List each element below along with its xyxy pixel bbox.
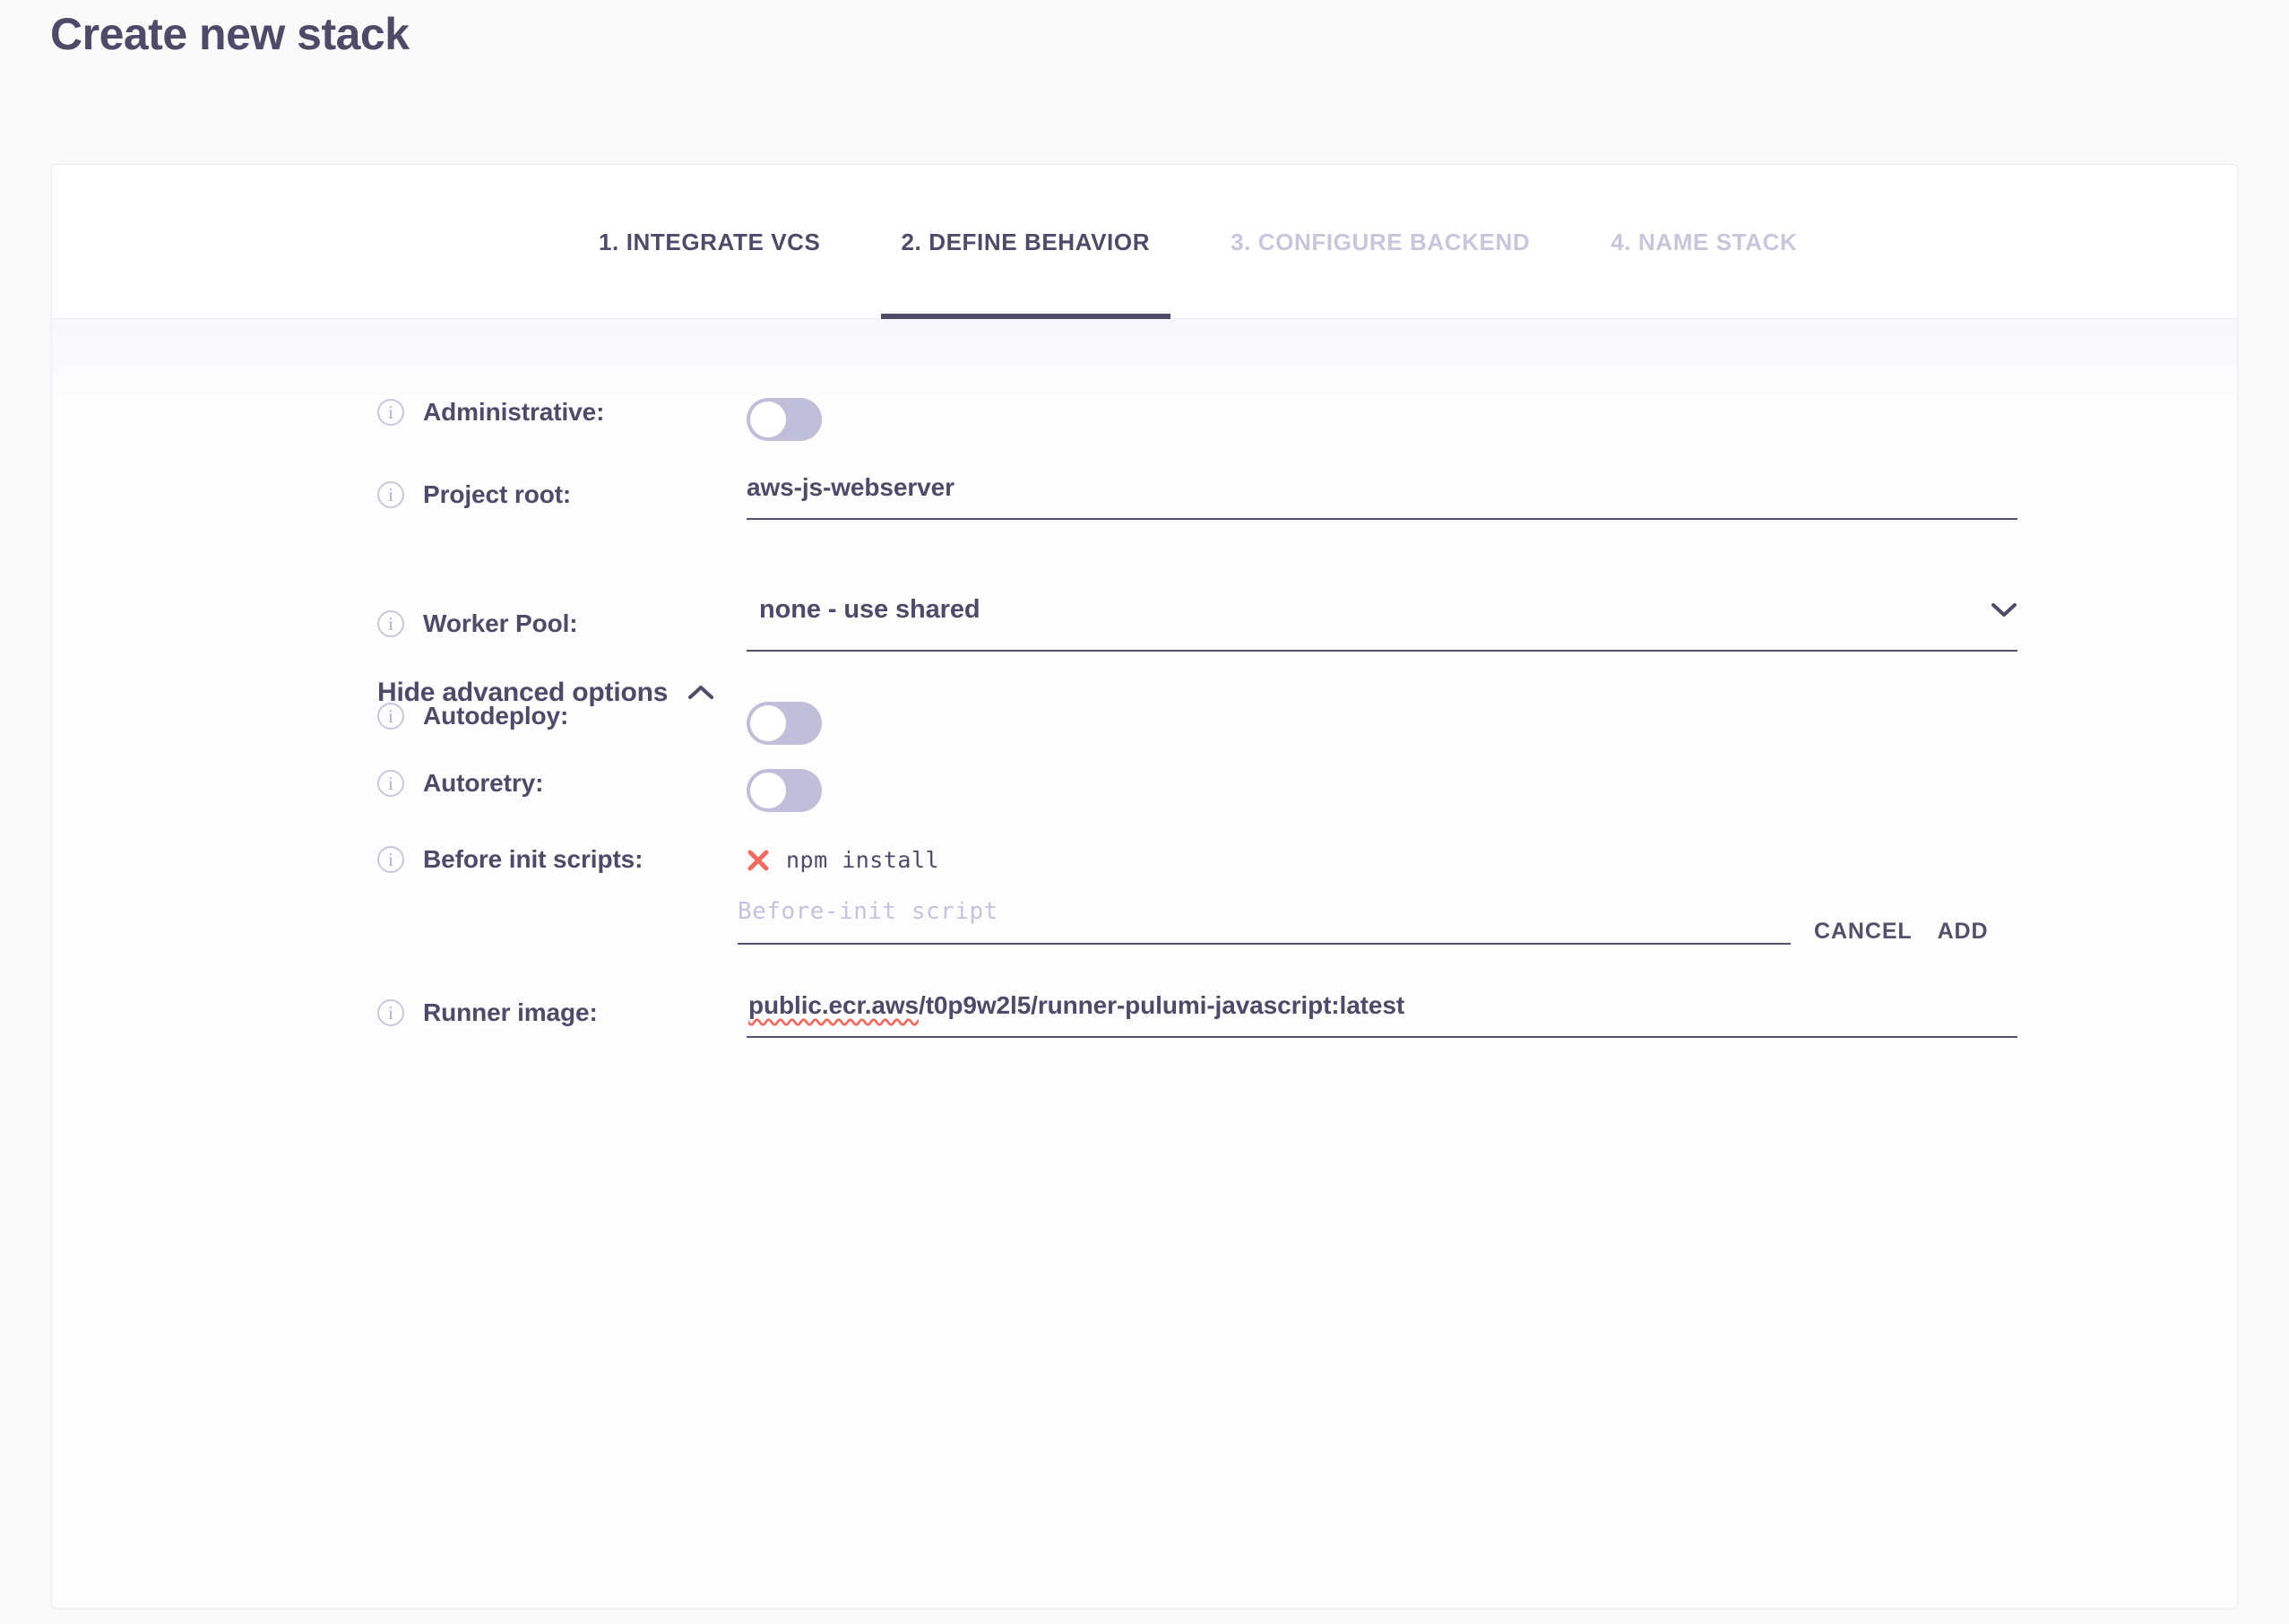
toggle-knob <box>750 773 786 808</box>
add-button[interactable]: Add <box>1938 919 1989 945</box>
runner-image-value: public.ecr.aws/t0p9w2l5/runner-pulumi-ja… <box>748 991 1404 1020</box>
project-root-label-cell: i Project root: <box>52 473 747 509</box>
before-init-scripts-label: Before init scripts: <box>423 845 644 873</box>
runner-image-registry: public.ecr.aws <box>748 991 920 1019</box>
field-row-project-root: i Project root: aws-js-webserver <box>52 473 2237 520</box>
field-row-before-init-scripts: i Before init scripts: npm install <box>52 843 2237 874</box>
worker-pool-label: Worker Pool: <box>423 609 578 637</box>
worker-pool-value: none - use shared <box>759 595 980 624</box>
tab-define-behavior[interactable]: 2. Define behavior <box>861 165 1191 319</box>
script-list-item: npm install <box>747 843 939 873</box>
tab-integrate-vcs[interactable]: 1. Integrate VCS <box>558 165 861 319</box>
field-row-runner-image: i Runner image: public.ecr.aws/t0p9w2l5/… <box>52 991 2237 1038</box>
worker-pool-select[interactable]: none - use shared <box>747 595 2017 652</box>
info-icon[interactable]: i <box>377 399 404 426</box>
info-icon[interactable]: i <box>377 610 404 637</box>
field-row-worker-pool: i Worker Pool: none - use shared <box>52 595 2237 652</box>
info-icon[interactable]: i <box>377 846 404 873</box>
page-title: Create new stack <box>50 9 410 59</box>
field-row-autoretry: i Autoretry: <box>52 769 2237 812</box>
runner-image-input[interactable]: public.ecr.aws/t0p9w2l5/runner-pulumi-ja… <box>747 991 2017 1038</box>
autodeploy-toggle[interactable] <box>747 702 822 745</box>
create-stack-page: Create new stack 1. Integrate VCS 2. Def… <box>0 0 2289 1624</box>
chevron-down-icon[interactable] <box>1991 602 2017 618</box>
administrative-label-cell: i Administrative: <box>52 398 747 427</box>
info-icon[interactable]: i <box>377 999 404 1026</box>
autoretry-label: Autoretry: <box>423 769 544 797</box>
before-init-script-input-row: Before-init script Cancel Add <box>738 898 1988 945</box>
field-row-administrative: i Administrative: <box>52 398 2237 441</box>
administrative-toggle[interactable] <box>747 398 822 441</box>
administrative-label: Administrative: <box>423 398 605 426</box>
tab-configure-backend[interactable]: 3. Configure backend <box>1190 165 1570 319</box>
project-root-label: Project root: <box>423 480 572 508</box>
autoretry-toggle[interactable] <box>747 769 822 812</box>
before-init-script-input[interactable]: Before-init script <box>738 898 1791 945</box>
info-icon[interactable]: i <box>377 770 404 797</box>
before-init-script-placeholder: Before-init script <box>738 898 998 925</box>
toggle-knob <box>750 705 786 741</box>
project-root-value: aws-js-webserver <box>747 473 954 501</box>
wizard-card: 1. Integrate VCS 2. Define behavior 3. C… <box>51 164 2238 1609</box>
remove-icon[interactable] <box>747 849 770 872</box>
cancel-button[interactable]: Cancel <box>1814 919 1913 945</box>
worker-pool-label-cell: i Worker Pool: <box>52 595 747 638</box>
wizard-tabs-bar: 1. Integrate VCS 2. Define behavior 3. C… <box>52 165 2237 319</box>
runner-image-path: /t0p9w2l5/runner-pulumi-javascript:lates… <box>919 991 1405 1019</box>
autoretry-label-cell: i Autoretry: <box>52 769 747 798</box>
define-behavior-form: i Administrative: i Project root: aws-js… <box>52 319 2237 1608</box>
autodeploy-label: Autodeploy: <box>423 702 569 730</box>
wizard-tabs: 1. Integrate VCS 2. Define behavior 3. C… <box>52 165 1837 319</box>
runner-image-label-cell: i Runner image: <box>52 991 747 1027</box>
info-icon[interactable]: i <box>377 703 404 730</box>
toggle-knob <box>750 402 786 437</box>
tab-name-stack[interactable]: 4. Name stack <box>1570 165 1837 319</box>
before-init-scripts-label-cell: i Before init scripts: <box>52 843 747 874</box>
info-icon[interactable]: i <box>377 481 404 508</box>
chevron-up-icon <box>687 685 714 701</box>
script-command: npm install <box>786 847 940 873</box>
field-row-autodeploy: i Autodeploy: <box>52 702 2237 745</box>
autodeploy-label-cell: i Autodeploy: <box>52 702 747 730</box>
runner-image-label: Runner image: <box>423 998 598 1026</box>
project-root-input[interactable]: aws-js-webserver <box>747 473 2017 520</box>
